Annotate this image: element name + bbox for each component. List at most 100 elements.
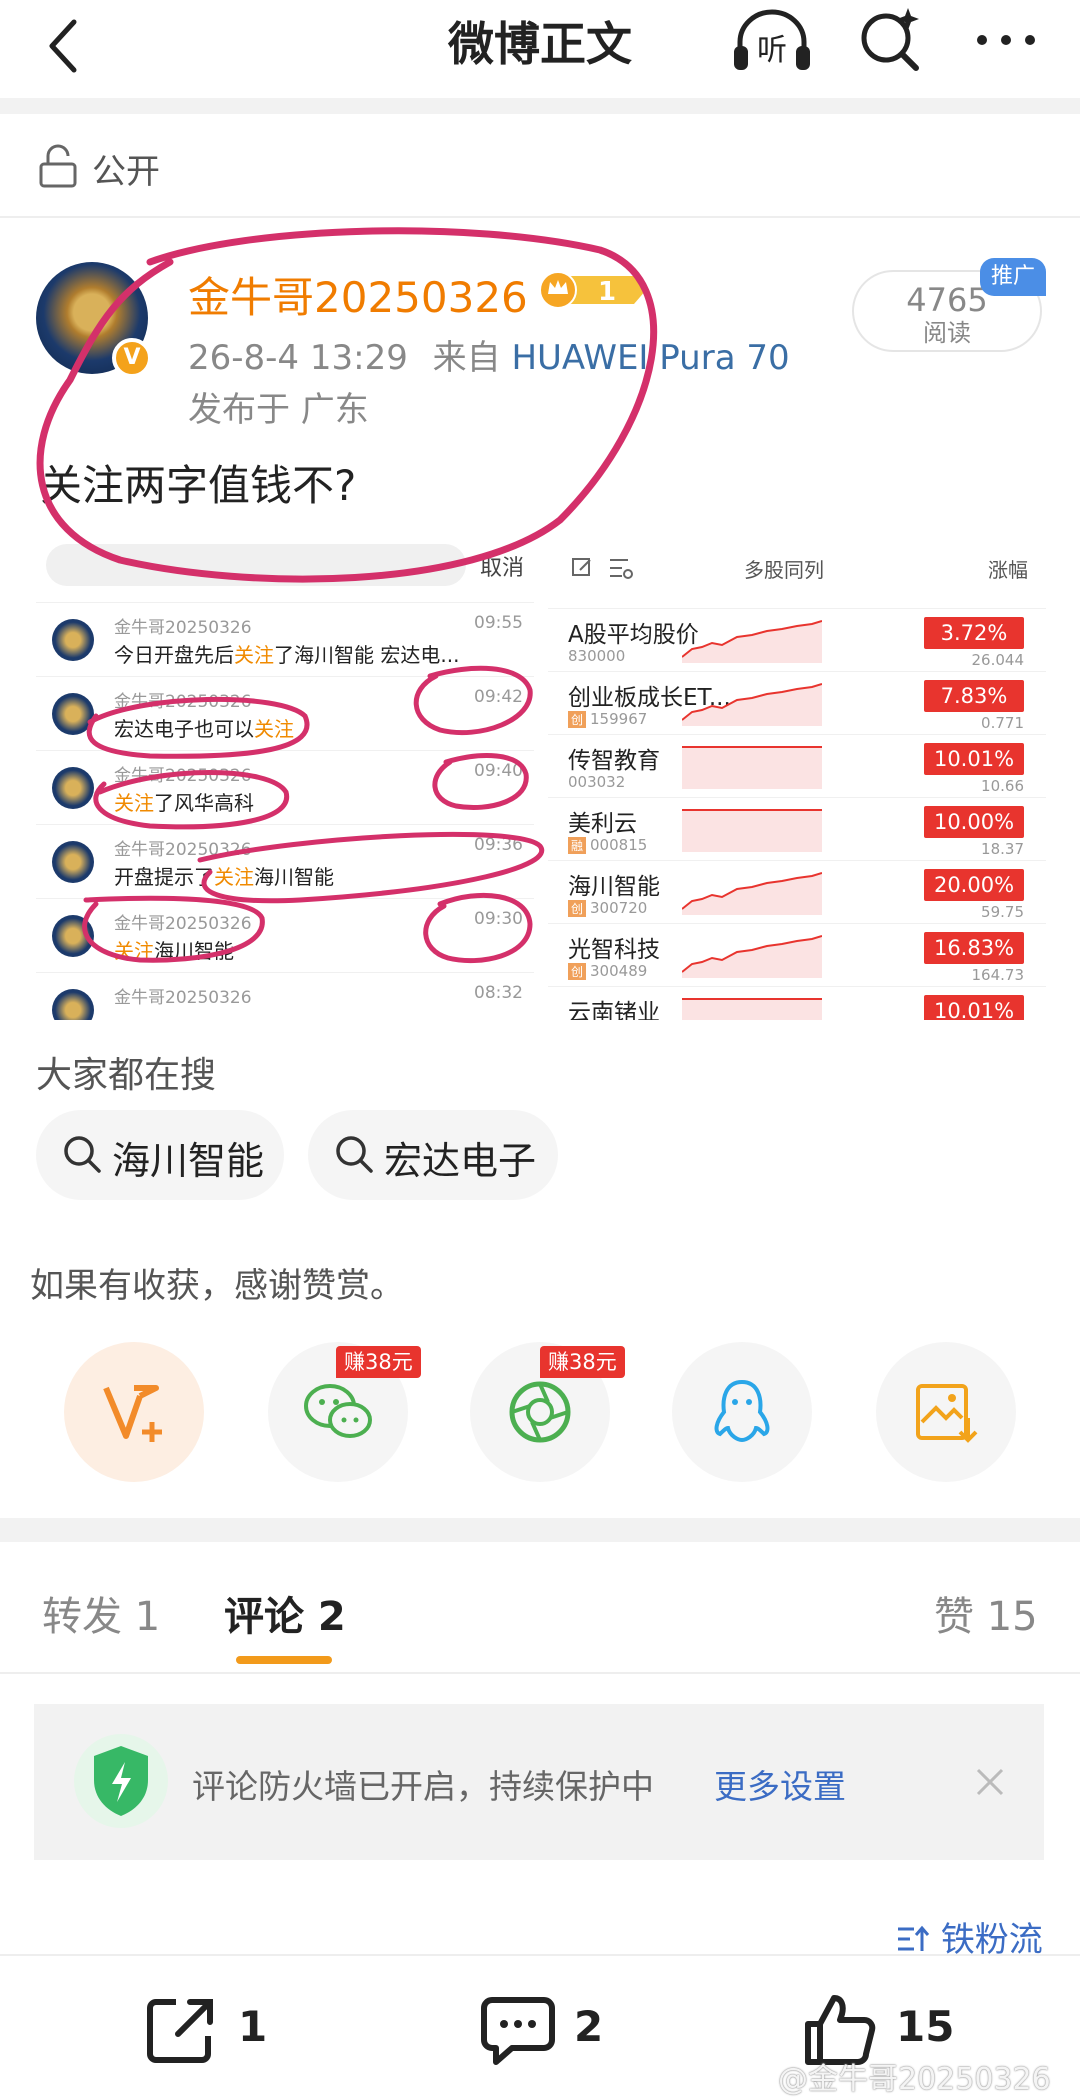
avatar — [52, 841, 94, 883]
stock-change-percent: 3.72% — [924, 617, 1024, 649]
stock-price: 164.73 — [971, 966, 1025, 984]
message-text: 关注海川智能 — [114, 935, 234, 964]
stock-code-value: 300489 — [590, 962, 648, 980]
verified-badge: V — [112, 338, 152, 378]
stock-row: 光智科技创 300489 16.83% 164.73 — [548, 923, 1046, 986]
stock-list-screenshot: 多股同列 涨幅 A股平均股价 830000 3.72% 26.044 创业板成长ET..… — [548, 508, 1046, 1020]
unlock-icon — [39, 144, 77, 188]
vip-crown-badge-icon: 1 — [539, 271, 646, 309]
sparkline — [682, 872, 822, 915]
image-cancel-text: 取消 — [480, 556, 525, 581]
comment-icon — [481, 1997, 555, 2065]
stock-row: 创业板成长ET... 创 159967 7.83% 0.771 — [548, 671, 1046, 734]
stock-tag: 创 — [568, 900, 587, 917]
moments-icon — [509, 1381, 571, 1443]
message-text: 开盘提示了关注海川智能 — [114, 861, 334, 890]
stock-code: 创 300720 — [568, 899, 647, 917]
more-options-icon[interactable] — [966, 10, 1046, 70]
avatar — [52, 693, 94, 735]
stock-tag: 融 — [568, 837, 587, 854]
stock-code: 创 159967 — [568, 710, 647, 728]
repost-button[interactable]: 1 — [142, 1990, 292, 2070]
chat-message-row: 金牛哥20250326 开盘提示了关注海川智能 09:36 — [36, 824, 534, 896]
sparkline — [682, 809, 822, 852]
search-icon[interactable] — [850, 0, 930, 76]
repost-icon — [147, 1999, 213, 2063]
more-settings-link[interactable]: 更多设置 — [714, 1760, 846, 1808]
stock-code-value: 300720 — [590, 899, 648, 917]
qq-icon — [714, 1379, 770, 1443]
stock-price: 59.75 — [981, 903, 1024, 921]
active-tab-indicator — [236, 1656, 332, 1664]
stock-price: 0.771 — [981, 714, 1024, 732]
stock-name: A股平均股价 — [568, 622, 699, 648]
stock-name: 传智教育 — [568, 748, 660, 774]
hot-search-label: 宏达电子 — [384, 1139, 537, 1183]
message-text-highlight: 关注 — [254, 717, 294, 741]
post-image[interactable]: 取消 金牛哥20250326 今日开盘先后关注了海川智能 宏达电... 09:55 金… — [36, 508, 1046, 1020]
hot-search-chip[interactable]: 海川智能 — [36, 1110, 284, 1200]
svg-text:1: 1 — [598, 277, 616, 307]
vplus-icon — [103, 1385, 162, 1442]
visibility-row: 公开 — [0, 114, 1080, 218]
share-qq-button[interactable] — [672, 1342, 812, 1482]
chat-message-row: 金牛哥20250326 关注了风华高科 09:40 — [36, 750, 534, 822]
save-image-button[interactable] — [876, 1342, 1016, 1482]
filter-icon — [610, 559, 633, 579]
stock-code: 融 000815 — [568, 836, 647, 854]
reward-text: 如果有收获，感谢赞赏。 — [30, 1266, 404, 1306]
message-text-post: 海川智能 — [254, 865, 334, 889]
message-text-post: 海川智能 — [154, 939, 234, 963]
comment-count: 2 — [574, 2002, 604, 2051]
search-icon — [64, 1136, 101, 1173]
message-text: 关注了风华高科 — [114, 787, 254, 816]
stock-change-percent: 20.00% — [924, 869, 1024, 901]
compare-label: 多股同列 — [744, 558, 824, 582]
comment-firewall-banner: 评论防火墙已开启，持续保护中 更多设置 — [34, 1704, 1044, 1860]
chat-message-row: 金牛哥20250326 今日开盘先后关注了海川智能 宏达电... 09:55 — [36, 602, 534, 674]
hot-search-title: 大家都在搜 — [36, 1055, 217, 1096]
stock-tag: 创 — [568, 711, 587, 728]
comment-button[interactable]: 2 — [478, 1990, 628, 2070]
post-date: 26-8-4 13:29 — [188, 338, 408, 378]
listen-headphones-icon[interactable]: 听 — [730, 6, 814, 76]
tab-like[interactable]: 赞 15 — [934, 1584, 1038, 1642]
sort-icon — [898, 1925, 930, 1951]
message-text: 宏达电子也可以关注 — [114, 713, 294, 742]
stock-code: 830000 — [568, 647, 625, 665]
message-text-highlight: 关注 — [114, 791, 154, 815]
change-label: 涨幅 — [988, 558, 1028, 582]
message-time: 09:55 — [474, 613, 523, 633]
message-sender: 金牛哥20250326 — [114, 692, 252, 712]
chat-message-row: 金牛哥20250326 关注海川智能 09:30 — [36, 898, 534, 970]
like-count: 15 — [896, 2002, 955, 2051]
tab-comment[interactable]: 评论 2 — [224, 1584, 346, 1642]
stock-tag: 创 — [568, 963, 587, 980]
message-time: 09:30 — [474, 909, 523, 929]
repost-count: 1 — [238, 2002, 268, 2051]
message-text-pre: 今日开盘先后 — [114, 643, 234, 667]
stock-code: 创 300489 — [568, 962, 647, 980]
image-search-bar — [46, 544, 466, 586]
avatar — [52, 915, 94, 957]
stock-name: 光智科技 — [568, 937, 660, 963]
post-meta: 26-8-4 13:29 来自 HUAWEI Pura 70 — [188, 330, 790, 379]
avatar — [52, 767, 94, 809]
shield-bolt-icon — [74, 1734, 168, 1828]
stock-change-percent: 16.83% — [924, 932, 1024, 964]
message-text: 今日开盘先后关注了海川智能 宏达电... — [114, 639, 459, 668]
reward-button[interactable] — [64, 1342, 204, 1482]
hot-search-chip[interactable]: 宏达电子 — [308, 1110, 558, 1200]
message-text-pre: 开盘提示了 — [114, 865, 214, 889]
author-name[interactable]: 金牛哥20250326 — [188, 264, 528, 325]
stock-code-value: 830000 — [568, 647, 626, 665]
search-icon — [336, 1136, 373, 1173]
stock-change-percent: 10.01% — [924, 995, 1024, 1020]
tab-repost[interactable]: 转发 1 — [42, 1584, 160, 1642]
device-name[interactable]: HUAWEI Pura 70 — [511, 338, 789, 378]
sparkline — [682, 746, 822, 789]
message-text-post: 了风华高科 — [154, 791, 254, 815]
promote-tag[interactable]: 推广 — [980, 258, 1046, 296]
close-icon[interactable] — [970, 1762, 1010, 1802]
message-sender: 金牛哥20250326 — [114, 766, 252, 786]
